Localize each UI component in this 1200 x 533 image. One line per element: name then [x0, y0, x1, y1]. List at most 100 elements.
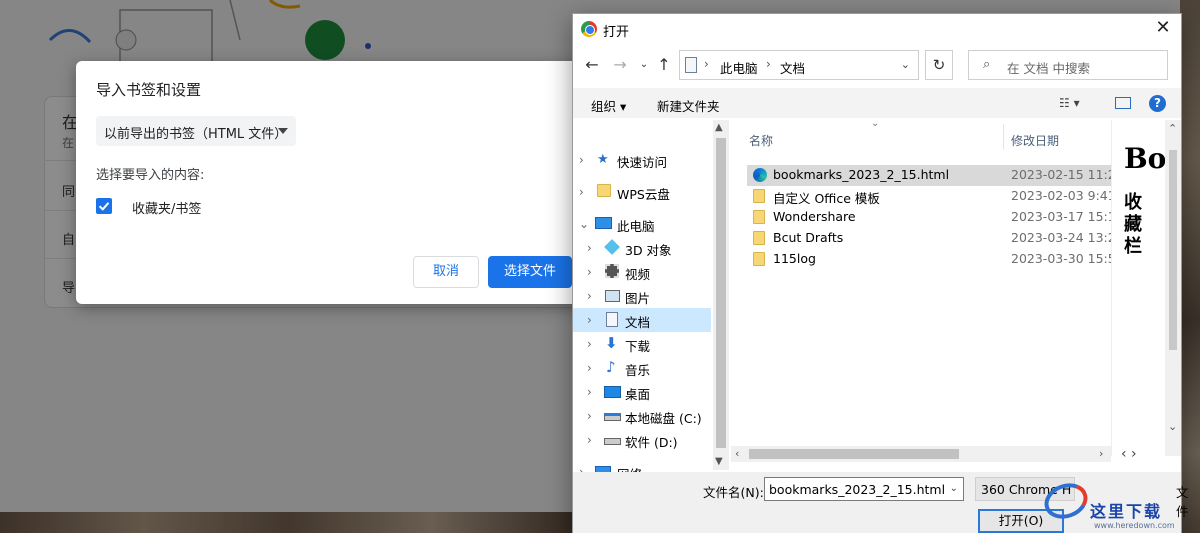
preview-heading: Boo — [1124, 142, 1165, 175]
file-date: 2023-02-03 9:41 — [1011, 188, 1111, 203]
cancel-button[interactable]: 取消 — [413, 256, 479, 288]
tree-item-desktop[interactable]: › 桌面 — [573, 380, 711, 404]
tree-item-quick-access[interactable]: › ★ 快速访问 — [573, 148, 711, 172]
bookmarks-checkbox[interactable] — [96, 198, 112, 214]
tree-item-pictures[interactable]: › 图片 — [573, 284, 711, 308]
file-row[interactable]: 自定义 Office 模板 2023-02-03 9:41 — [747, 186, 1111, 207]
drive-icon — [604, 413, 621, 421]
preview-pane: Boo 收藏栏 — [1111, 120, 1165, 456]
forward-arrow-icon[interactable]: → — [611, 55, 629, 75]
chevron-down-icon[interactable]: ⌄ — [950, 483, 958, 494]
window-title: 打开 — [603, 25, 630, 40]
expand-icon[interactable]: › — [587, 289, 592, 303]
tree-label: 下载 — [625, 339, 651, 354]
expand-icon[interactable]: › — [587, 433, 592, 447]
pc-icon — [595, 217, 612, 229]
scroll-down-icon[interactable]: ▼ — [715, 456, 723, 467]
refresh-icon: ↻ — [932, 56, 946, 74]
scrollbar-thumb[interactable] — [1169, 150, 1177, 350]
search-input[interactable]: ⌕ 在 文档 中搜索 — [968, 50, 1168, 80]
choose-file-button[interactable]: 选择文件 — [488, 256, 572, 288]
help-icon[interactable]: ? — [1149, 95, 1166, 112]
expand-icon[interactable]: › — [587, 337, 592, 351]
folder-icon — [753, 231, 765, 245]
search-icon: ⌕ — [983, 57, 991, 72]
expand-icon[interactable]: › — [579, 153, 584, 167]
scroll-up-icon[interactable]: ▲ — [715, 122, 723, 133]
preview-nav-arrows-icon[interactable]: ‹ › — [1121, 446, 1137, 462]
expand-icon[interactable]: › — [587, 385, 592, 399]
scroll-up-icon[interactable]: ⌃ — [1168, 122, 1177, 135]
new-folder-button[interactable]: 新建文件夹 — [657, 96, 720, 115]
import-source-select[interactable]: 以前导出的书签（HTML 文件） — [96, 116, 296, 146]
dropdown-arrow-icon — [278, 128, 288, 134]
breadcrumb-this-pc[interactable]: 此电脑 — [720, 58, 758, 77]
tree-item-wps-cloud[interactable]: › WPS云盘 — [573, 180, 711, 204]
folder-icon — [597, 184, 611, 197]
column-divider[interactable] — [1003, 124, 1004, 150]
select-value: 以前导出的书签（HTML 文件） — [104, 127, 288, 142]
watermark-text: 这里下载 — [1090, 502, 1163, 521]
checkmark-icon — [98, 202, 110, 211]
expand-icon[interactable]: › — [587, 409, 592, 423]
expand-icon[interactable]: › — [587, 265, 592, 279]
watermark: 这里下载 www.heredown.com — [1039, 477, 1200, 533]
desktop-icon — [604, 386, 621, 398]
chevron-right-icon: › — [704, 57, 709, 71]
expand-icon[interactable]: › — [587, 361, 592, 375]
tree-label: 音乐 — [625, 363, 651, 378]
checkbox-label: 收藏夹/书签 — [132, 202, 202, 217]
scroll-down-icon[interactable]: ⌄ — [1168, 420, 1177, 433]
file-row[interactable]: Bcut Drafts 2023-03-24 13:28 — [747, 228, 1111, 249]
tree-item-music[interactable]: › ♪ 音乐 — [573, 356, 711, 380]
refresh-button[interactable]: ↻ — [925, 50, 953, 80]
scrollbar-thumb[interactable] — [716, 138, 726, 448]
collapse-icon[interactable]: ⌄ — [579, 217, 589, 231]
expand-icon[interactable]: › — [579, 185, 584, 199]
tree-scrollbar[interactable]: ▲ ▼ — [713, 120, 729, 470]
dialog-title: 导入书签和设置 — [96, 81, 202, 99]
chevron-down-icon[interactable]: ⌄ — [901, 58, 910, 71]
back-arrow-icon[interactable]: ← — [583, 55, 601, 75]
preview-scrollbar[interactable]: ⌃ ⌄ — [1165, 120, 1181, 456]
column-date-modified[interactable]: 修改日期 — [1011, 132, 1059, 149]
tree-item-drive-d[interactable]: › 软件 (D:) — [573, 428, 711, 452]
tree-item-documents[interactable]: › 文档 — [573, 308, 711, 332]
file-row[interactable]: 115log 2023-03-30 15:55 — [747, 249, 1111, 270]
tree-item-downloads[interactable]: › ⬇ 下载 — [573, 332, 711, 356]
expand-icon[interactable]: › — [587, 241, 592, 255]
preview-pane-icon[interactable] — [1115, 97, 1131, 109]
column-name[interactable]: 名称 — [749, 132, 773, 149]
open-file-dialog: 打开 ✕ ← → ⌄ ↑ › 此电脑 › 文档 ⌄ ↻ ⌕ 在 文档 中搜索 组… — [572, 13, 1189, 533]
scroll-right-icon[interactable]: › — [1099, 447, 1103, 460]
horizontal-scrollbar[interactable]: ‹ › — [731, 446, 1111, 462]
file-row[interactable]: bookmarks_2023_2_15.html 2023-02-15 11:2… — [747, 165, 1111, 186]
tree-item-3d-objects[interactable]: › 3D 对象 — [573, 236, 711, 260]
scrollbar-thumb[interactable] — [749, 449, 959, 459]
file-date: 2023-03-24 13:28 — [1011, 230, 1111, 245]
organize-menu[interactable]: 组织 ▾ — [591, 96, 626, 115]
filename-label: 文件名(N): — [703, 485, 764, 500]
app-logo-icon — [581, 21, 597, 37]
scroll-left-icon[interactable]: ‹ — [735, 447, 739, 460]
tree-label: 3D 对象 — [625, 243, 672, 258]
filename-input[interactable]: bookmarks_2023_2_15.html ⌄ — [764, 477, 964, 501]
import-bookmarks-dialog: 导入书签和设置 以前导出的书签（HTML 文件） 选择要导入的内容: 收藏夹/书… — [76, 61, 596, 304]
expand-icon[interactable]: › — [587, 313, 592, 327]
watermark-url: www.heredown.com — [1094, 521, 1175, 530]
up-arrow-icon[interactable]: ↑ — [655, 55, 673, 75]
tree-item-drive-c[interactable]: › 本地磁盘 (C:) — [573, 404, 711, 428]
tree-item-this-pc[interactable]: ⌄ 此电脑 — [573, 212, 711, 236]
file-row[interactable]: Wondershare 2023-03-17 15:18 — [747, 207, 1111, 228]
close-button[interactable]: ✕ — [1153, 19, 1173, 39]
content-label: 选择要导入的内容: — [96, 168, 205, 183]
navigation-pane: › ★ 快速访问 › WPS云盘 ⌄ 此电脑 › 3D 对象 › 视频 › 图片 — [573, 120, 713, 482]
view-options-icon[interactable]: ☷ ▾ — [1059, 96, 1080, 110]
drive-icon — [604, 438, 621, 445]
file-date: 2023-03-17 15:18 — [1011, 209, 1111, 224]
recent-dropdown-icon[interactable]: ⌄ — [635, 55, 653, 75]
tree-label: WPS云盘 — [617, 187, 670, 202]
breadcrumb-documents[interactable]: 文档 — [780, 58, 805, 77]
address-bar[interactable]: › 此电脑 › 文档 ⌄ — [679, 50, 919, 80]
tree-item-videos[interactable]: › 视频 — [573, 260, 711, 284]
